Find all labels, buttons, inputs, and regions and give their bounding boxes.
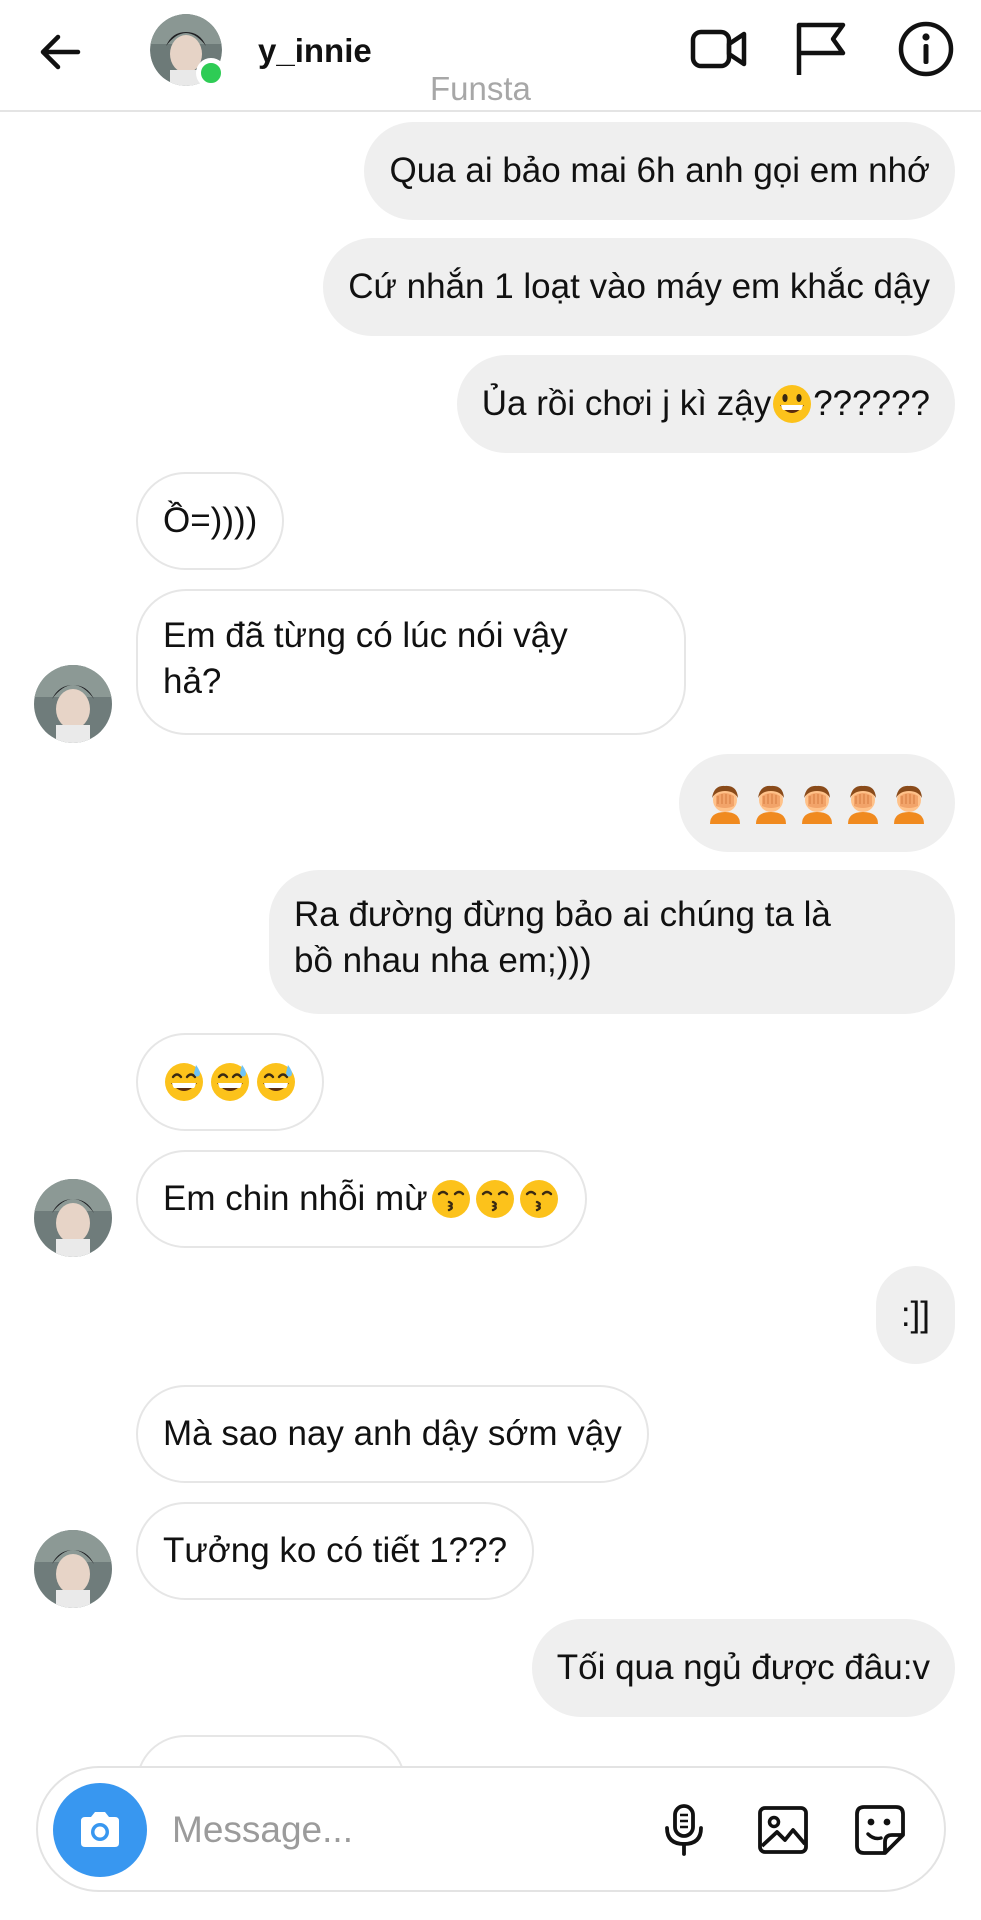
flag-icon [796,22,846,75]
message-bubble-outgoing[interactable]: :]] [875,1266,955,1364]
message-text: Cứ nhắn 1 loạt vào máy em khắc dậy [348,267,930,306]
message-text-line: Em đã từng có lúc nói vậy [163,616,568,655]
person-facepalming-emoji [704,782,746,824]
grinning-face-with-sweat-emoji [163,1061,205,1103]
message-bubble-outgoing[interactable]: Qua ai bảo mai 6h anh gọi em nhớ [364,122,955,220]
message-bubble-outgoing[interactable]: Cứ nhắn 1 loạt vào máy em khắc dậy [323,238,955,336]
info-button[interactable] [893,16,959,82]
sender-avatar[interactable] [34,1179,112,1257]
contact-avatar[interactable] [150,14,226,88]
report-flag-button[interactable] [788,16,854,82]
message-bubble-incoming[interactable]: Ồ=)))) [136,472,285,570]
message-text: Mà sao nay anh dậy sớm vậy [163,1414,622,1453]
message-text: Tưởng ko có tiết 1??? [163,1531,508,1570]
video-camera-icon [690,29,747,69]
message-bubble-outgoing[interactable]: Tối qua ngủ được đâu:v [531,1619,955,1717]
avatar [34,1530,112,1608]
message-text: Qua ai bảo mai 6h anh gọi em nhớ [389,151,930,190]
message-text-line: bồ nhau nha em;))) [294,941,592,980]
message-bubble-outgoing[interactable] [679,754,955,852]
message-text-line: hả? [163,662,222,701]
video-call-button[interactable] [686,16,752,82]
message-bubble-incoming[interactable]: Tưởng ko có tiết 1??? [136,1502,535,1600]
microphone-icon [665,1804,703,1856]
sticker-icon [855,1805,905,1855]
message-text: Ủa rồi chơi j kì zậy [481,384,772,423]
gallery-button[interactable] [749,1796,817,1864]
contact-username[interactable]: y_innie [258,32,372,70]
grinning-face-emoji [771,383,813,425]
info-icon [898,21,954,77]
person-facepalming-emoji [750,782,792,824]
grinning-face-with-sweat-emoji [255,1061,297,1103]
message-text-line: Ra đường đừng bảo ai chúng ta là [294,895,831,934]
kissing-face-emoji [518,1178,560,1220]
avatar [34,1179,112,1257]
message-text: :]] [900,1295,930,1334]
sticker-button[interactable] [846,1796,914,1864]
message-bubble-outgoing[interactable]: Ủa rồi chơi j kì zậy ?????? [456,355,955,453]
contact-subtitle: Funsta [430,70,531,107]
person-facepalming-emoji [796,782,838,824]
arrow-left-icon [40,34,81,70]
kissing-face-emoji [474,1178,516,1220]
camera-icon [81,1812,119,1847]
message-bubble-incoming[interactable]: Em chin nhỗi mừ [136,1150,587,1248]
message-input[interactable] [172,1802,532,1858]
message-text-suffix: ?????? [813,384,930,423]
avatar [34,665,112,743]
online-status-dot [196,58,226,88]
chat-header: y_innie Funsta [0,0,981,112]
gallery-icon [758,1806,808,1854]
person-facepalming-emoji [888,782,930,824]
message-composer [36,1766,946,1892]
message-bubble-outgoing[interactable]: Ra đường đừng bảo ai chúng ta là bồ nhau… [269,870,955,1014]
message-text: Em chin nhỗi mừ [163,1179,428,1218]
person-facepalming-emoji [842,782,884,824]
voice-message-button[interactable] [650,1796,718,1864]
message-bubble-incoming[interactable]: Em đã từng có lúc nói vậy hả? [136,589,686,735]
message-text: Tối qua ngủ được đâu:v [556,1648,930,1687]
back-button[interactable] [30,22,90,82]
camera-button[interactable] [53,1783,147,1877]
message-bubble-incoming[interactable] [136,1033,324,1131]
grinning-face-with-sweat-emoji [209,1061,251,1103]
sender-avatar[interactable] [34,1530,112,1608]
message-text: Ồ=)))) [163,501,258,540]
kissing-face-emoji [430,1178,472,1220]
message-bubble-incoming[interactable]: Mà sao nay anh dậy sớm vậy [136,1385,649,1483]
sender-avatar[interactable] [34,665,112,743]
